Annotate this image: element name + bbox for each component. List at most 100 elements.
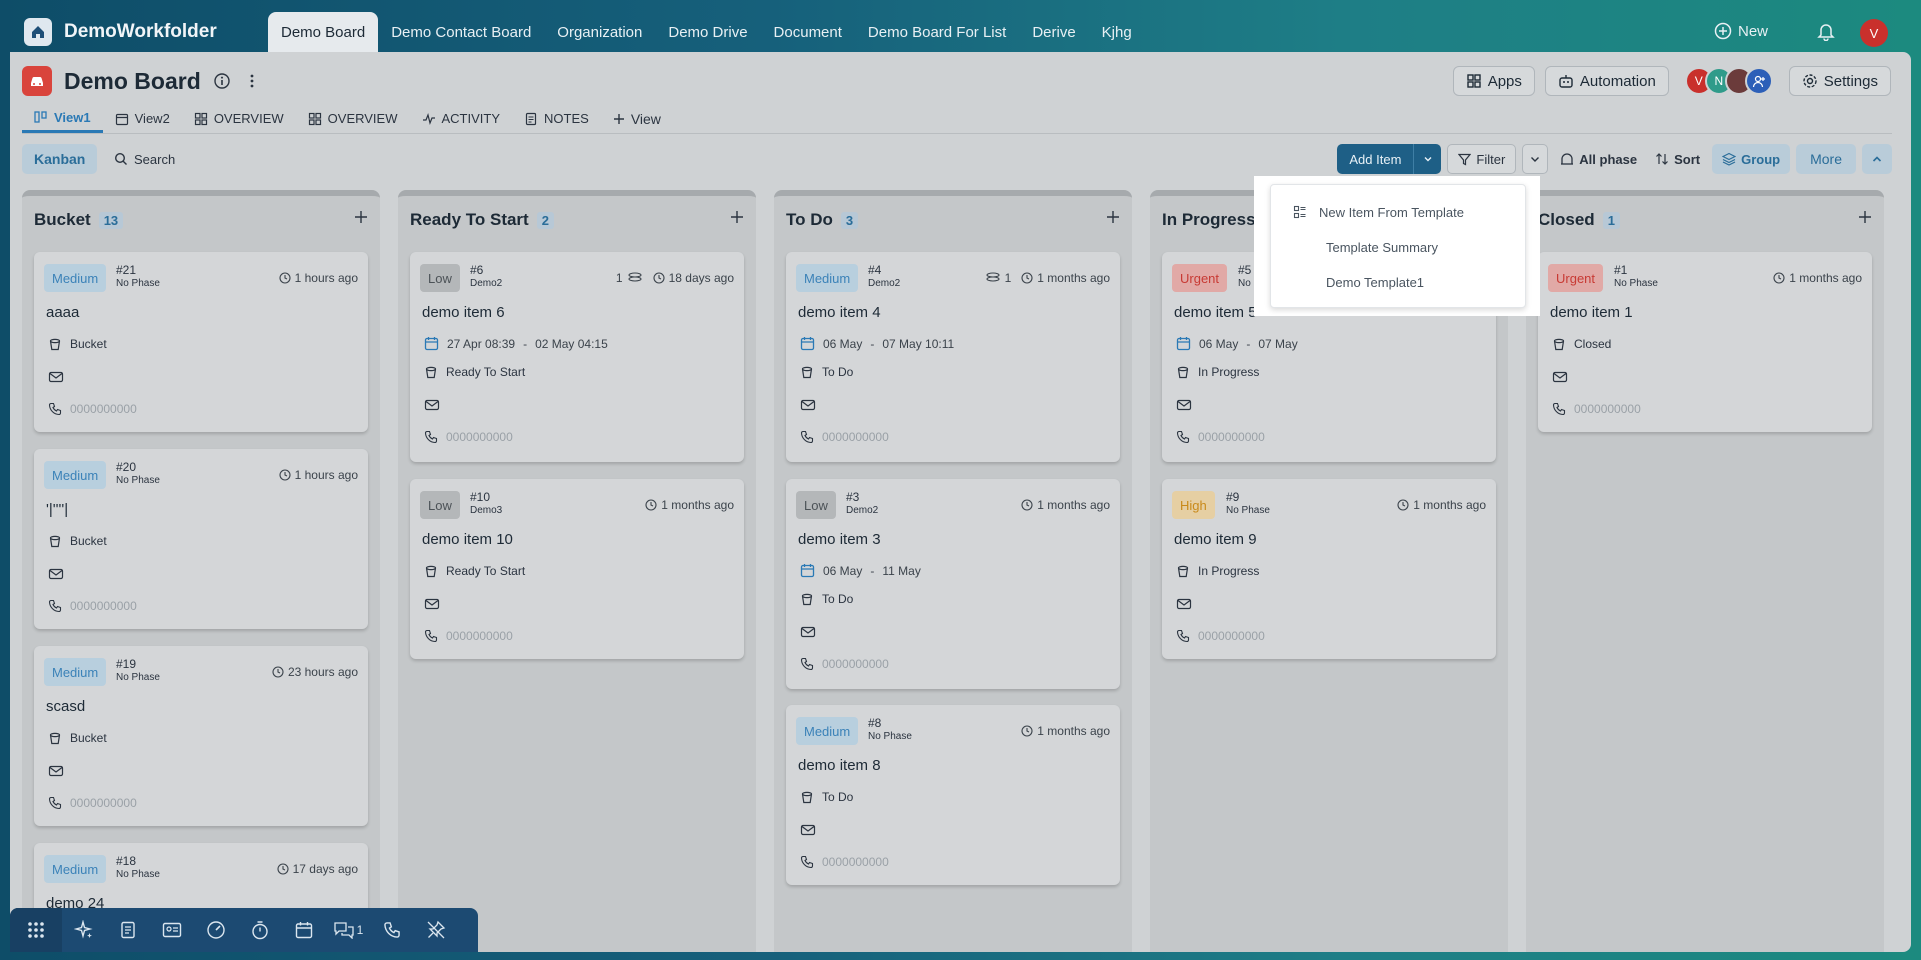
chevron-down-icon[interactable] — [1413, 144, 1441, 174]
nav-tab-demo-drive[interactable]: Demo Drive — [655, 12, 760, 52]
card-title: demo item 3 — [798, 531, 881, 548]
contact-card-icon[interactable] — [150, 908, 194, 952]
nav-tab-demo-board[interactable]: Demo Board — [268, 12, 379, 52]
chevron-up-icon[interactable] — [1862, 144, 1892, 174]
kanban-card[interactable]: Medium #4 Demo2 1 1 months ago demo item… — [786, 252, 1120, 462]
nav-tab-organization[interactable]: Organization — [544, 12, 655, 52]
kanban-card[interactable]: Urgent #1 No Phase 1 months ago demo ite… — [1538, 252, 1872, 432]
filter-button[interactable]: Filter — [1447, 144, 1517, 174]
clock-icon — [653, 272, 665, 284]
dashboard-gauge-icon[interactable] — [194, 908, 238, 952]
automation-button[interactable]: Automation — [1544, 66, 1669, 96]
apps-grid-icon[interactable] — [10, 908, 62, 952]
tab-view2[interactable]: View2 — [103, 104, 182, 133]
phone-value: 0000000000 — [70, 402, 137, 416]
member-avatars[interactable]: V N — [1684, 67, 1773, 95]
layers-icon — [1722, 152, 1737, 166]
menu-item-new-from-template[interactable]: New Item From Template — [1271, 197, 1527, 227]
calendar-icon — [1176, 337, 1191, 351]
workspace-tabs: Demo Board Demo Contact Board Organizati… — [268, 12, 1145, 52]
bell-icon[interactable] — [1816, 21, 1836, 46]
group-button[interactable]: Group — [1712, 144, 1791, 174]
phone-row: 0000000000 — [800, 855, 889, 869]
new-button[interactable]: New — [1714, 22, 1768, 40]
kanban-card[interactable]: Medium #20 No Phase 1 hours ago '|''''| … — [34, 449, 368, 629]
chat-button[interactable]: 1 — [326, 908, 370, 952]
tab-label: View2 — [134, 111, 170, 126]
tab-view1[interactable]: View1 — [22, 104, 103, 133]
chat-count: 1 — [356, 923, 364, 937]
filter-options-button[interactable] — [1522, 144, 1549, 174]
user-avatar[interactable]: V — [1860, 19, 1888, 47]
priority-badge: Urgent — [1172, 264, 1228, 292]
tab-activity[interactable]: ACTIVITY — [410, 104, 513, 133]
tab-label: OVERVIEW — [327, 111, 398, 126]
menu-item-template-summary[interactable]: Template Summary — [1271, 232, 1527, 262]
phone-row: 0000000000 — [424, 629, 513, 643]
search-button[interactable]: Search — [114, 144, 175, 174]
nav-tab-demo-contact-board[interactable]: Demo Contact Board — [378, 12, 544, 52]
mail-icon — [1552, 371, 1568, 383]
home-icon[interactable] — [24, 18, 52, 46]
nav-tab-derive[interactable]: Derive — [1019, 12, 1088, 52]
priority-badge: Medium — [44, 264, 107, 292]
add-card-icon[interactable] — [1858, 210, 1872, 229]
kanban-card[interactable]: Low #6 Demo2 1 18 days ago demo item 6 2… — [410, 252, 744, 462]
kanban-card[interactable]: Medium #19 No Phase 23 hours ago scasd B… — [34, 646, 368, 826]
time-label: 1 months ago — [1789, 271, 1862, 285]
timer-icon[interactable] — [238, 908, 282, 952]
add-member-icon[interactable] — [1744, 67, 1773, 95]
clock-icon — [1397, 499, 1409, 511]
add-card-icon[interactable] — [730, 210, 744, 229]
kanban-view-button[interactable]: Kanban — [22, 144, 98, 174]
bucket-icon — [425, 565, 437, 578]
kanban-card[interactable]: Low #10 Demo3 1 months ago demo item 10 … — [410, 479, 744, 659]
kanban-card[interactable]: Low #3 Demo2 1 months ago demo item 3 06… — [786, 479, 1120, 689]
card-id: #6 — [470, 263, 484, 277]
apps-button[interactable]: Apps — [1452, 66, 1535, 96]
nav-tab-demo-board-for-list[interactable]: Demo Board For List — [855, 12, 1019, 52]
settings-button[interactable]: Settings — [1788, 66, 1891, 96]
kanban-card[interactable]: High #9 No Phase 1 months ago demo item … — [1162, 479, 1496, 659]
email-row — [424, 597, 440, 611]
info-icon[interactable] — [213, 72, 231, 90]
email-row — [1176, 398, 1192, 412]
tab-overview-2[interactable]: OVERVIEW — [296, 104, 410, 133]
more-button[interactable]: More — [1796, 144, 1856, 174]
status-label: In Progress — [1198, 365, 1260, 379]
sort-label: Sort — [1674, 151, 1701, 167]
tab-label: View1 — [54, 109, 91, 125]
tab-overview[interactable]: OVERVIEW — [182, 104, 296, 133]
calendar-icon[interactable] — [282, 908, 326, 952]
date-row: 06 May - 07 May — [1176, 336, 1298, 351]
phone-icon[interactable] — [370, 908, 414, 952]
kanban-card[interactable]: Medium #8 No Phase 1 months ago demo ite… — [786, 705, 1120, 885]
template-icon — [1293, 205, 1306, 219]
status-row: To Do — [800, 365, 853, 379]
unpin-icon[interactable] — [414, 908, 458, 952]
add-item-button[interactable]: Add Item — [1337, 144, 1413, 174]
nav-tab-kjhg[interactable]: Kjhg — [1089, 12, 1145, 52]
menu-item-demo-template1[interactable]: Demo Template1 — [1271, 267, 1527, 297]
kanban-column: Bucket 13 Medium #21 No Phase 1 hours ag… — [22, 190, 380, 952]
card-phase: Demo2 — [470, 278, 503, 289]
email-row — [800, 398, 816, 412]
all-phase-button[interactable]: All phase — [1554, 144, 1643, 174]
add-card-icon[interactable] — [354, 210, 368, 229]
kanban-card[interactable]: Medium #21 No Phase 1 hours ago aaaa Buc… — [34, 252, 368, 432]
add-view-button[interactable]: View — [601, 104, 673, 133]
phone-icon — [48, 599, 62, 613]
tab-notes[interactable]: NOTES — [512, 104, 601, 133]
sort-button[interactable]: Sort — [1649, 144, 1706, 174]
sparkle-icon[interactable] — [62, 908, 106, 952]
email-row — [1176, 597, 1192, 611]
priority-badge: Medium — [796, 264, 859, 292]
card-title: demo item 4 — [798, 304, 881, 321]
more-vertical-icon[interactable] — [243, 72, 261, 90]
status-row: To Do — [800, 592, 853, 606]
document-icon[interactable] — [106, 908, 150, 952]
add-item-dropdown: New Item From Template Template Summary … — [1270, 184, 1526, 308]
add-card-icon[interactable] — [1106, 210, 1120, 229]
nav-tab-document[interactable]: Document — [761, 12, 855, 52]
filter-icon — [1458, 153, 1472, 165]
